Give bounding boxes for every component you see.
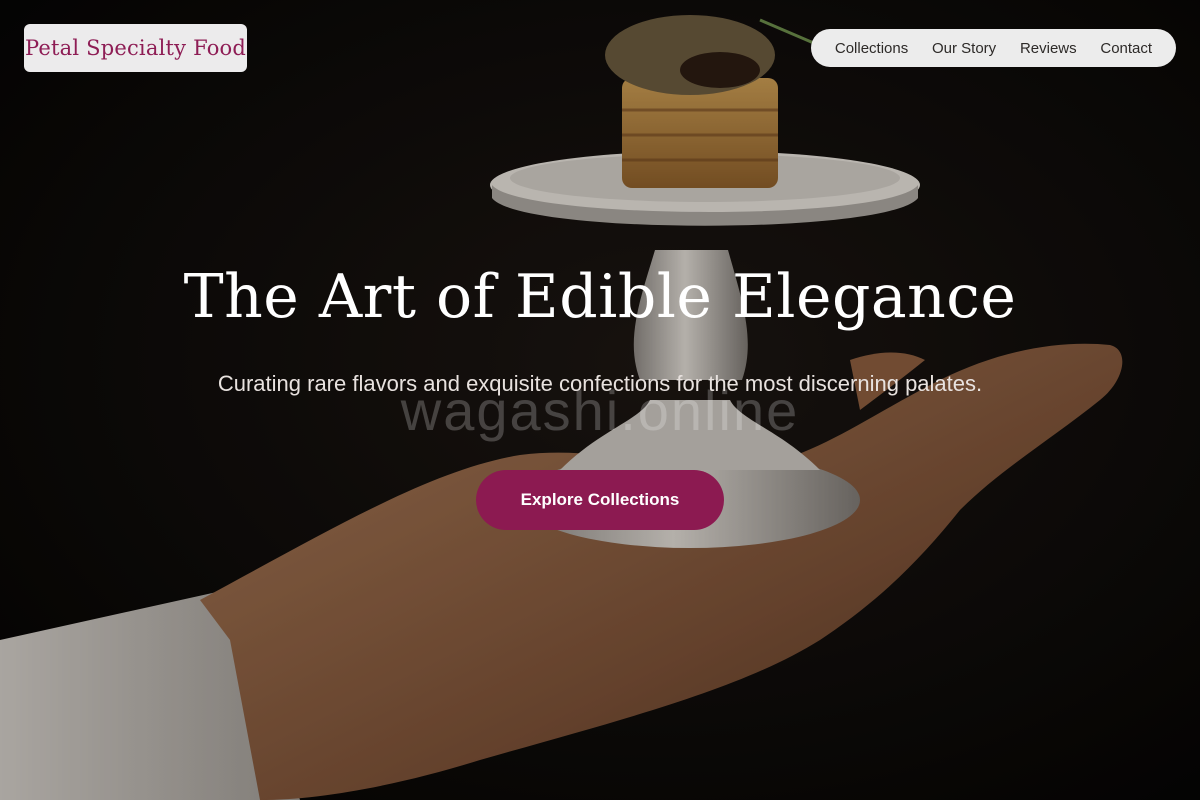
nav-link-collections[interactable]: Collections [835, 40, 908, 57]
hero-subtitle: Curating rare flavors and exquisite conf… [217, 371, 983, 396]
nav-link-contact[interactable]: Contact [1100, 40, 1152, 57]
logo[interactable]: Petal Specialty Food [24, 24, 247, 72]
nav-link-reviews[interactable]: Reviews [1020, 40, 1077, 57]
nav-link-our-story[interactable]: Our Story [932, 40, 996, 57]
main-nav: Collections Our Story Reviews Contact [811, 29, 1176, 67]
hero-title: The Art of Edible Elegance [183, 262, 1017, 332]
logo-text: Petal Specialty Food [24, 36, 247, 60]
explore-collections-button[interactable]: Explore Collections [476, 470, 724, 530]
hero-section: Petal Specialty Food Collections Our Sto… [0, 0, 1200, 800]
